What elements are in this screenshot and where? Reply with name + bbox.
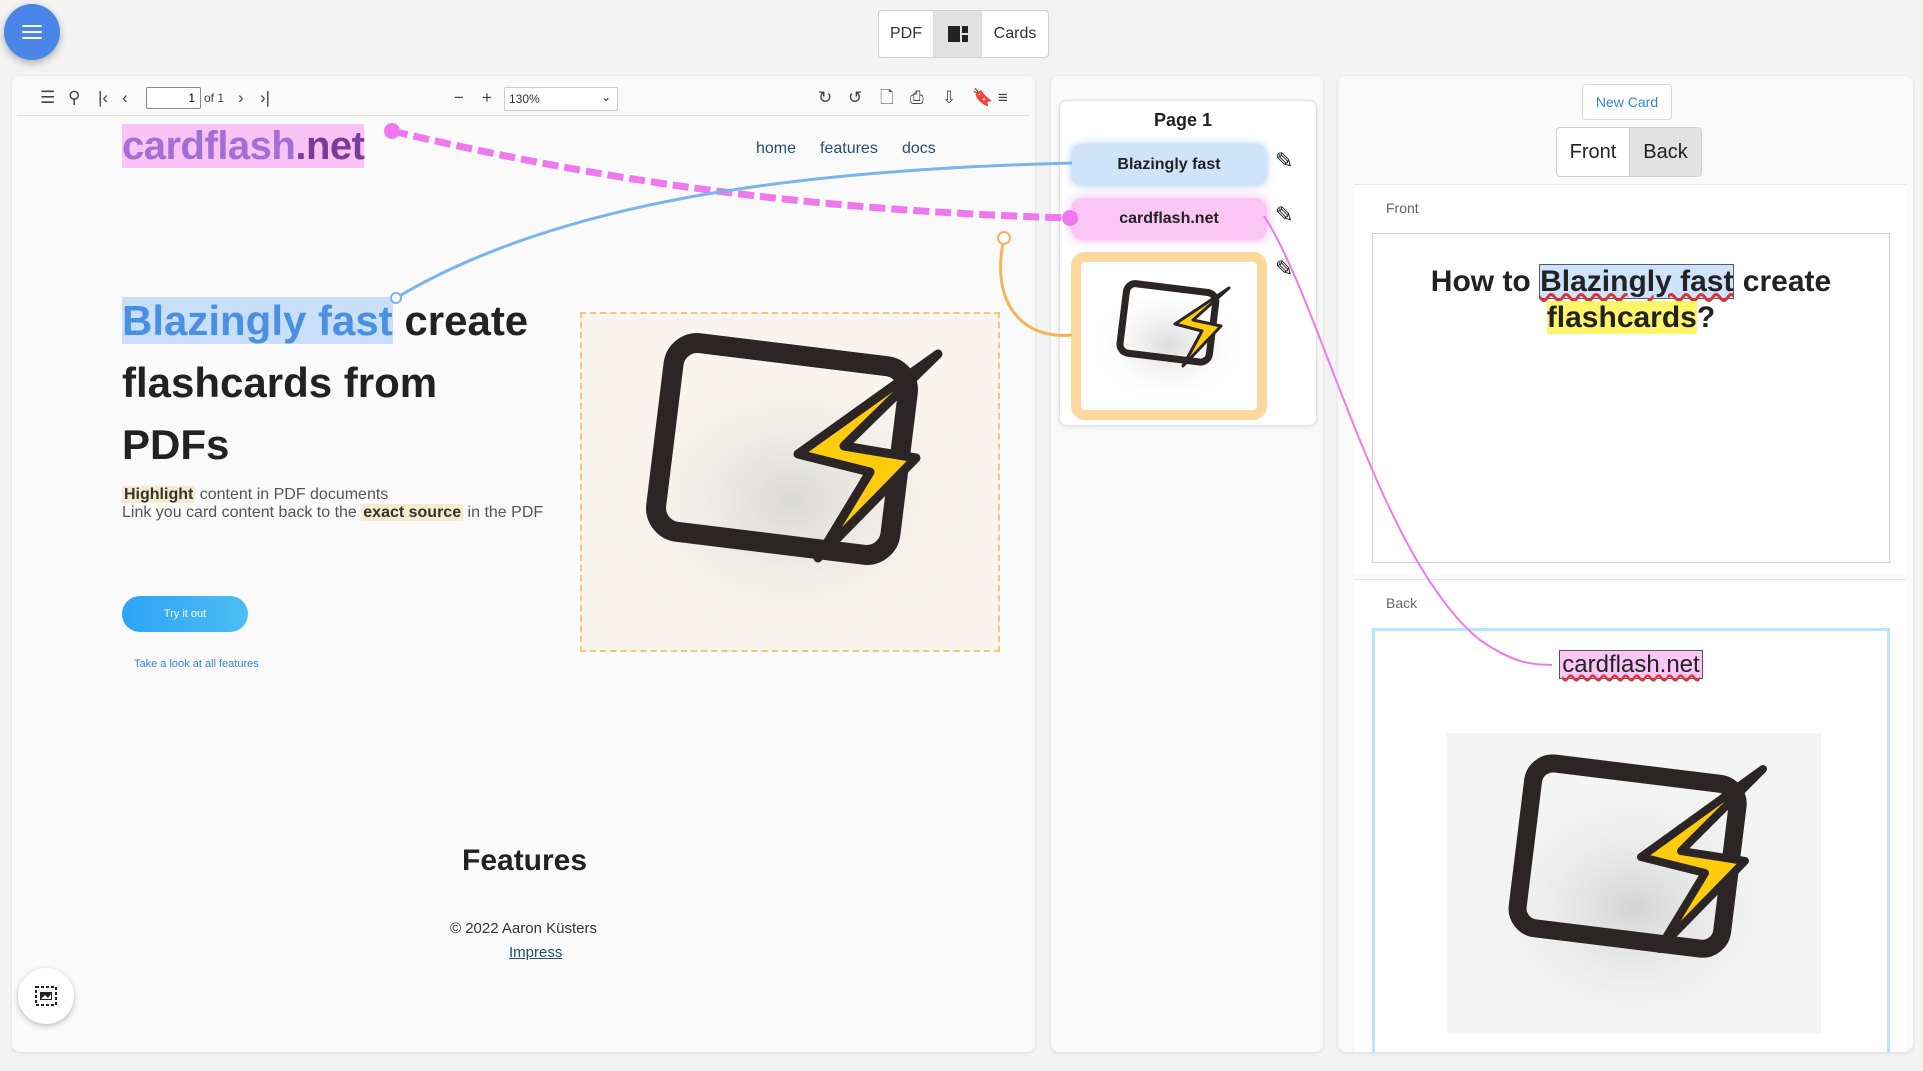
highlight-image-thumbnail [1089,274,1249,402]
last-page-icon[interactable]: ›| [260,89,270,107]
pdf-viewer-panel: ☰ ⚲ |‹ ‹ of 1 › ›| − + 130%⌄ ↻ ↺ 🗋 ⎙ ⇩ 🔖… [12,76,1035,1052]
area-select-icon [35,986,57,1006]
back-card-image [1447,733,1821,1033]
pdf-nav-docs[interactable]: docs [902,140,936,158]
zoom-in-icon[interactable]: + [482,89,492,107]
pdf-logo[interactable]: cardflash.net [122,124,365,169]
back-content: cardflash.net [1375,650,1887,679]
pdf-subtext: Highlight content in PDF documents Link … [122,486,544,521]
download-icon[interactable]: ⇩ [942,89,956,107]
search-icon[interactable]: ⚲ [68,89,80,107]
view-toggle: PDF Cards [878,10,1049,58]
zoom-select[interactable]: 130% ⌄ [504,87,618,111]
zoom-out-icon[interactable]: − [454,89,464,107]
chevron-down-icon: ⌄ [600,90,611,104]
card-editor-panel: New Card Front Back Front How to Blazing… [1338,76,1913,1052]
highlight-item-cardflash[interactable]: cardflash.net [1071,198,1267,240]
tools-menu-icon[interactable]: ≡ [998,89,1008,107]
copyright-text: © 2022 Aaron Küsters [450,920,597,937]
highlights-panel: Page 1 Blazingly fast cardflash.net ✎ ✎ … [1051,76,1323,1052]
open-file-icon[interactable]: 🗋 [880,89,894,107]
cardflash-logo-image [592,324,992,644]
first-page-icon[interactable]: |‹ [98,89,108,107]
highlight-blazingly-fast[interactable]: Blazingly fast [122,297,393,344]
highlight-image-area[interactable] [580,312,1000,652]
print-icon[interactable]: ⎙ [910,89,924,107]
front-content: How to Blazingly fast create flashcards? [1430,264,1832,334]
edit-highlight-3-pencil-icon[interactable]: ✎ [1275,256,1293,282]
impress-link[interactable]: Impress [509,944,562,961]
view-cards-button[interactable]: Cards [982,11,1048,57]
try-it-out-button[interactable]: Try it out [122,596,248,632]
rotate-ccw-icon[interactable]: ↺ [848,89,862,107]
front-ref-blazingly-fast[interactable]: Blazingly fast [1539,264,1735,299]
features-link[interactable]: Take a look at all features [134,658,259,670]
highlights-page-title: Page 1 [1153,110,1213,130]
edit-highlight-1-pencil-icon[interactable]: ✎ [1275,148,1293,174]
new-card-button[interactable]: New Card [1582,84,1672,120]
page-count: of 1 [204,91,225,105]
bookmark-icon[interactable]: 🔖 [972,89,993,107]
rotate-cw-icon[interactable]: ↻ [818,89,832,107]
highlight-item-image[interactable] [1071,252,1267,420]
front-editor[interactable]: How to Blazingly fast create flashcards? [1372,233,1890,563]
tab-front[interactable]: Front [1557,128,1629,176]
cardflash-back-image [1464,753,1804,1033]
back-editor[interactable]: cardflash.net [1372,628,1890,1052]
sidebar-toggle-icon[interactable]: ☰ [40,89,55,107]
next-page-icon[interactable]: › [238,89,244,107]
pdf-page: cardflash.net home features docs Blazing… [12,120,1035,1052]
view-split-button[interactable] [934,11,982,57]
prev-page-icon[interactable]: ‹ [122,89,128,107]
pdf-nav-home[interactable]: home [756,140,796,158]
front-highlight-flashcards: flashcards [1546,301,1697,334]
front-back-toggle: Front Back [1556,127,1702,177]
menu-icon [22,25,42,39]
view-pdf-button[interactable]: PDF [879,11,934,57]
page-number-input[interactable] [146,87,201,109]
back-ref-cardflash[interactable]: cardflash.net [1559,650,1703,679]
pdf-nav-features[interactable]: features [820,140,878,158]
tab-back[interactable]: Back [1629,128,1701,176]
pdf-toolbar: ☰ ⚲ |‹ ‹ of 1 › ›| − + 130%⌄ ↻ ↺ 🗋 ⎙ ⇩ 🔖… [18,80,1029,116]
front-label: Front [1386,200,1419,216]
pdf-hero-heading: Blazingly fast create flashcards from PD… [122,297,529,468]
edit-highlight-2-pencil-icon[interactable]: ✎ [1275,202,1293,228]
highlight-item-blazingly-fast[interactable]: Blazingly fast [1071,144,1267,186]
features-heading: Features [462,844,588,877]
back-label: Back [1386,595,1418,611]
area-select-button[interactable] [18,968,74,1024]
split-view-icon [947,26,968,42]
main-menu-button[interactable] [4,4,60,60]
